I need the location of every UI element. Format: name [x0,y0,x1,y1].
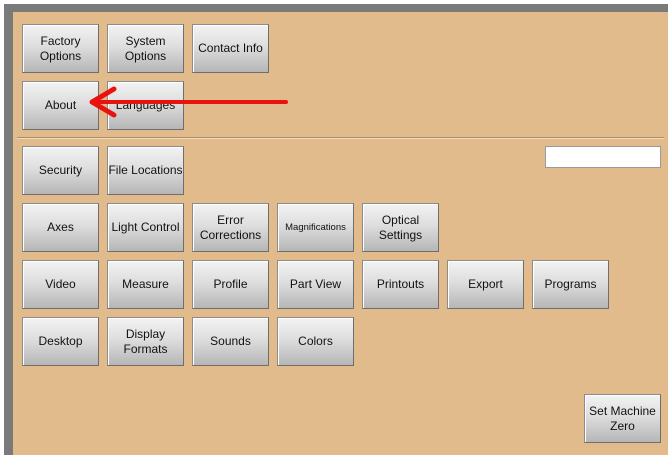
file-locations-button[interactable]: File Locations [107,146,184,195]
display-formats-button[interactable]: Display Formats [107,317,184,366]
light-control-button[interactable]: Light Control [107,203,184,252]
section-divider [17,137,664,139]
contact-info-button[interactable]: Contact Info [192,24,269,73]
about-button[interactable]: About [22,81,99,130]
printouts-button[interactable]: Printouts [362,260,439,309]
part-view-button[interactable]: Part View [277,260,354,309]
measure-button[interactable]: Measure [107,260,184,309]
text-input[interactable] [545,146,661,168]
optical-settings-button[interactable]: Optical Settings [362,203,439,252]
languages-button[interactable]: Languages [107,81,184,130]
colors-button[interactable]: Colors [277,317,354,366]
system-options-button[interactable]: System Options [107,24,184,73]
axes-button[interactable]: Axes [22,203,99,252]
sounds-button[interactable]: Sounds [192,317,269,366]
programs-button[interactable]: Programs [532,260,609,309]
profile-button[interactable]: Profile [192,260,269,309]
export-button[interactable]: Export [447,260,524,309]
magnifications-button[interactable]: Magnifications [277,203,354,252]
error-corrections-button[interactable]: Error Corrections [192,203,269,252]
factory-options-button[interactable]: Factory Options [22,24,99,73]
video-button[interactable]: Video [22,260,99,309]
desktop-button[interactable]: Desktop [22,317,99,366]
set-machine-zero-button[interactable]: Set Machine Zero [584,394,661,443]
security-button[interactable]: Security [22,146,99,195]
